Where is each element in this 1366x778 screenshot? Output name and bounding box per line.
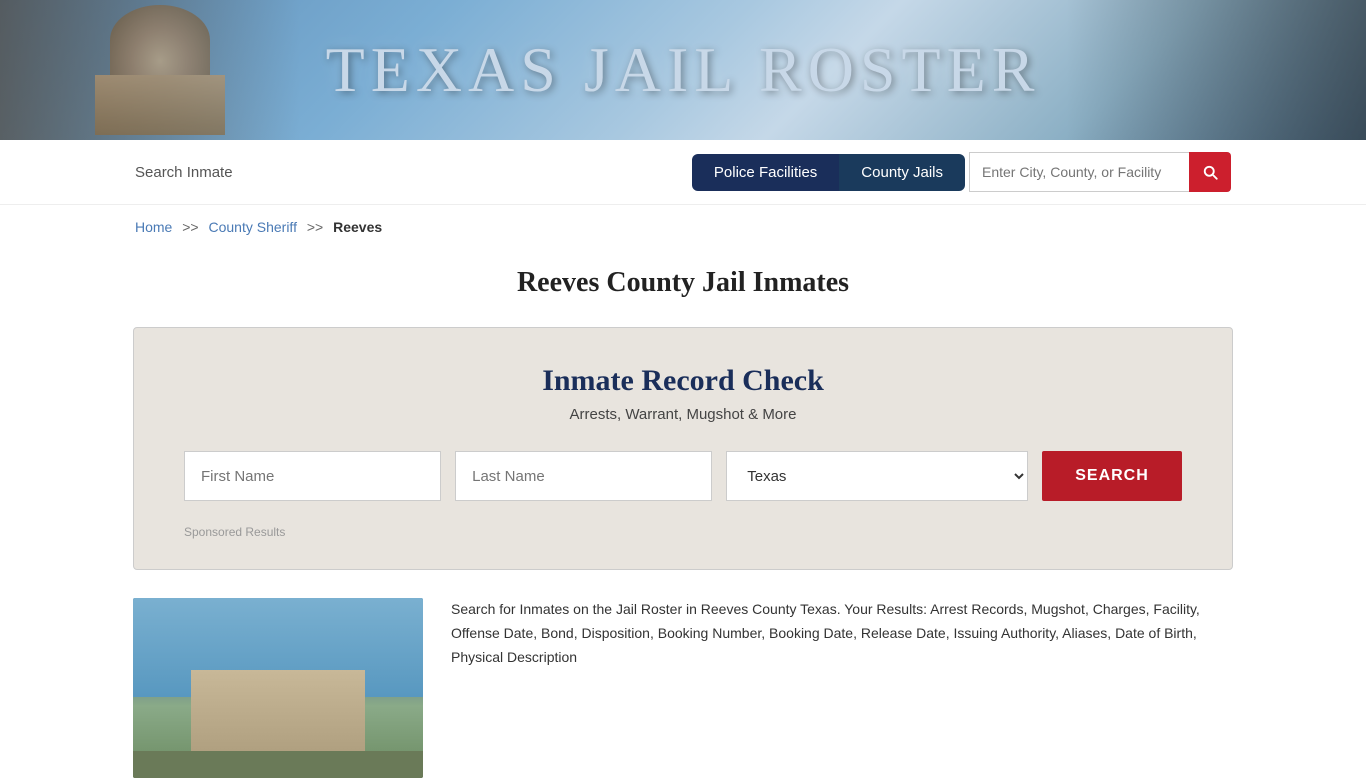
search-icon xyxy=(1201,163,1219,181)
breadcrumb-home[interactable]: Home xyxy=(135,219,172,235)
capitol-decoration xyxy=(60,5,260,135)
sponsored-label: Sponsored Results xyxy=(184,525,1182,539)
banner-overlay-right xyxy=(1066,0,1366,140)
bottom-section: Search for Inmates on the Jail Roster in… xyxy=(133,598,1233,778)
facility-image xyxy=(133,598,423,778)
police-facilities-button[interactable]: Police Facilities xyxy=(692,154,839,191)
state-select[interactable]: Texas Alabama Alaska Arizona Arkansas Ca… xyxy=(726,451,1028,501)
search-inmate-label: Search Inmate xyxy=(135,164,233,181)
last-name-input[interactable] xyxy=(455,451,712,501)
facility-search-input[interactable] xyxy=(969,152,1189,192)
facility-search-bar xyxy=(969,152,1231,192)
nav-right: Police Facilities County Jails xyxy=(692,152,1231,192)
breadcrumb-sep-1: >> xyxy=(182,219,198,235)
county-jails-button[interactable]: County Jails xyxy=(839,154,965,191)
navbar: Search Inmate Police Facilities County J… xyxy=(0,140,1366,205)
site-title: Texas Jail Roster xyxy=(326,33,1041,107)
record-check-title: Inmate Record Check xyxy=(184,364,1182,398)
bottom-description: Search for Inmates on the Jail Roster in… xyxy=(451,598,1233,669)
breadcrumb-sep-2: >> xyxy=(307,219,323,235)
record-search-button[interactable]: SEARCH xyxy=(1042,451,1182,501)
page-title-section: Reeves County Jail Inmates xyxy=(0,249,1366,327)
page-title: Reeves County Jail Inmates xyxy=(0,267,1366,299)
record-check-box: Inmate Record Check Arrests, Warrant, Mu… xyxy=(133,327,1233,570)
facility-search-button[interactable] xyxy=(1189,152,1231,192)
header-banner: Texas Jail Roster xyxy=(0,0,1366,140)
capitol-base xyxy=(95,75,225,135)
breadcrumb-county-sheriff[interactable]: County Sheriff xyxy=(209,219,297,235)
record-check-form: Texas Alabama Alaska Arizona Arkansas Ca… xyxy=(184,451,1182,501)
breadcrumb-current: Reeves xyxy=(333,219,382,235)
image-ground xyxy=(133,751,423,778)
record-check-subtitle: Arrests, Warrant, Mugshot & More xyxy=(184,406,1182,423)
capitol-dome xyxy=(110,5,210,75)
first-name-input[interactable] xyxy=(184,451,441,501)
breadcrumb: Home >> County Sheriff >> Reeves xyxy=(0,205,1366,249)
